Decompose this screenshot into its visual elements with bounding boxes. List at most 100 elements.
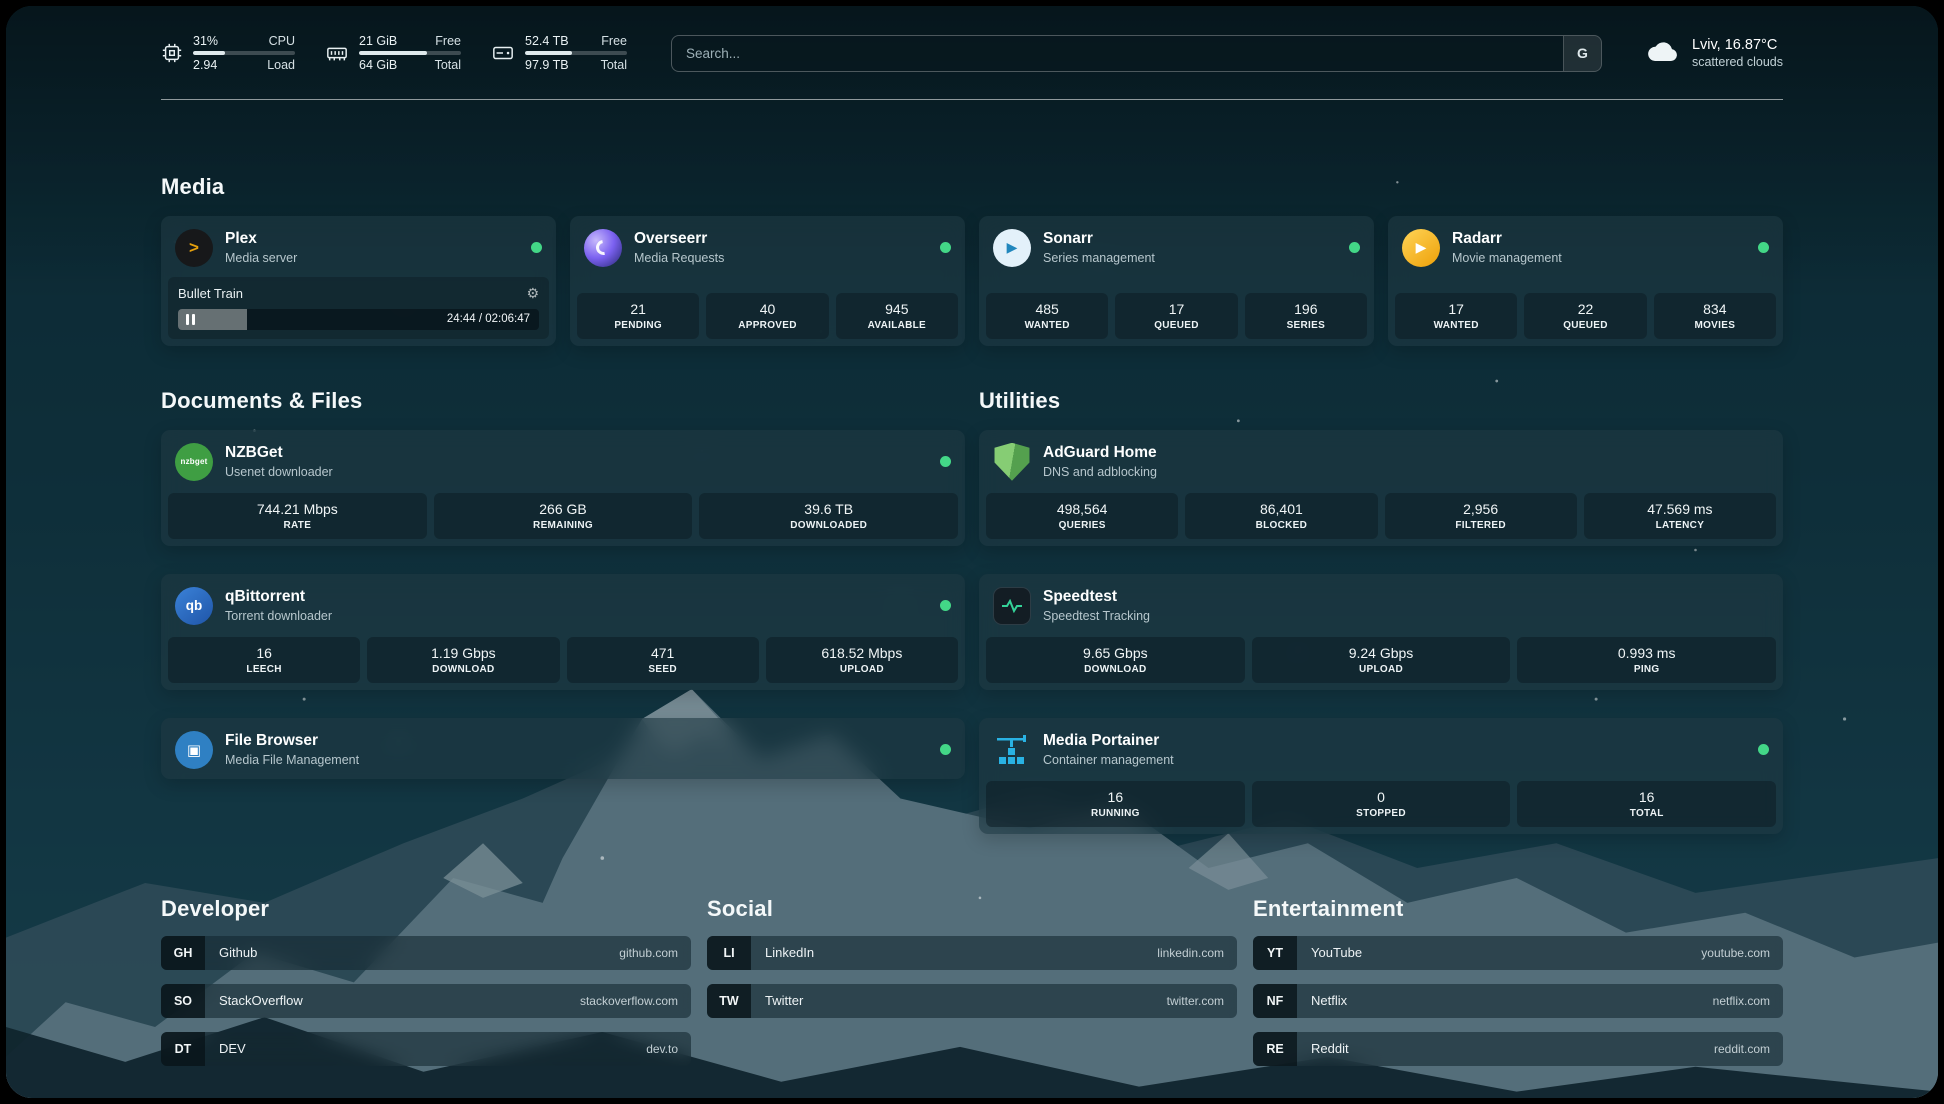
stat-upload: 618.52 MbpsUPLOAD xyxy=(766,637,958,683)
stat-pending: 21PENDING xyxy=(577,293,699,339)
playback-time: 24:44 / 02:06:47 xyxy=(447,313,530,325)
cpu-progress-bar xyxy=(193,51,295,55)
plex-now-playing: Bullet Train ⚙ 24:44 / 02:06:47 xyxy=(168,277,549,339)
filebrowser-icon: ▣ xyxy=(175,731,213,769)
service-card-nzbget[interactable]: nzbget NZBGet Usenet downloader 744.21 M… xyxy=(161,430,965,546)
service-name: NZBGet xyxy=(225,444,333,463)
bookmark-netflix[interactable]: NF Netflix netflix.com xyxy=(1253,984,1783,1018)
cpu-widget: 31%CPU 2.94Load xyxy=(161,34,295,73)
stat-upload: 9.24 GbpsUPLOAD xyxy=(1252,637,1511,683)
bookmark-twitter[interactable]: TW Twitter twitter.com xyxy=(707,984,1237,1018)
service-card-portainer[interactable]: Media Portainer Container management 16R… xyxy=(979,718,1783,834)
bookmark-name: DEV xyxy=(219,1041,246,1056)
service-card-adguard[interactable]: AdGuard Home DNS and adblocking 498,564Q… xyxy=(979,430,1783,546)
memory-widget: 21 GiBFree 64 GiBTotal xyxy=(325,34,461,73)
service-card-qbittorrent[interactable]: qb qBittorrent Torrent downloader 16LEEC… xyxy=(161,574,965,690)
adguard-shield-icon xyxy=(993,443,1031,481)
bookmark-stackoverflow[interactable]: SO StackOverflow stackoverflow.com xyxy=(161,984,691,1018)
section-title-entertainment: Entertainment xyxy=(1253,896,1783,922)
section-title-media: Media xyxy=(161,174,1783,200)
stat-latency: 47.569 msLATENCY xyxy=(1584,493,1776,539)
stat-download: 9.65 GbpsDOWNLOAD xyxy=(986,637,1245,683)
bookmark-group-social: Social LI LinkedIn linkedin.com TW Twitt… xyxy=(707,896,1237,1018)
bookmark-name: Twitter xyxy=(765,993,803,1008)
stat-available: 945AVAILABLE xyxy=(836,293,958,339)
playback-progress-bar: 24:44 / 02:06:47 xyxy=(178,309,539,330)
service-card-radarr[interactable]: ▶ Radarr Movie management 17WANTED 22QUE… xyxy=(1388,216,1783,346)
stat-rate: 744.21 MbpsRATE xyxy=(168,493,427,539)
cloud-icon xyxy=(1646,39,1680,68)
service-card-speedtest[interactable]: Speedtest Speedtest Tracking 9.65 GbpsDO… xyxy=(979,574,1783,690)
weather-location: Lviv, 16.87°C xyxy=(1692,37,1783,53)
stat-running: 16RUNNING xyxy=(986,781,1245,827)
service-description: DNS and adblocking xyxy=(1043,465,1157,480)
service-description: Torrent downloader xyxy=(225,609,332,624)
bookmark-reddit[interactable]: RE Reddit reddit.com xyxy=(1253,1032,1783,1066)
bookmark-dev[interactable]: DT DEV dev.to xyxy=(161,1032,691,1066)
search-provider-button[interactable]: G xyxy=(1563,36,1601,71)
service-card-filebrowser[interactable]: ▣ File Browser Media File Management xyxy=(161,718,965,779)
pause-button[interactable] xyxy=(186,314,195,325)
stat-queries: 498,564QUERIES xyxy=(986,493,1178,539)
disk-free-label: Free xyxy=(601,34,627,48)
stat-downloaded: 39.6 TBDOWNLOADED xyxy=(699,493,958,539)
status-dot xyxy=(940,600,951,611)
cpu-usage-label: CPU xyxy=(269,34,295,48)
memory-progress-bar xyxy=(359,51,461,55)
bookmark-domain: linkedin.com xyxy=(1157,946,1224,960)
service-card-sonarr[interactable]: ▶ Sonarr Series management 485WANTED 17Q… xyxy=(979,216,1374,346)
overseerr-icon xyxy=(584,229,622,267)
bookmark-name: YouTube xyxy=(1311,945,1362,960)
section-title-documents: Documents & Files xyxy=(161,388,965,414)
search-input[interactable] xyxy=(672,36,1563,71)
bookmark-github[interactable]: GH Github github.com xyxy=(161,936,691,970)
stat-series: 196SERIES xyxy=(1245,293,1367,339)
gear-icon[interactable]: ⚙ xyxy=(526,285,539,302)
service-name: qBittorrent xyxy=(225,588,332,607)
stat-total: 16TOTAL xyxy=(1517,781,1776,827)
service-name: AdGuard Home xyxy=(1043,444,1157,463)
section-title-utilities: Utilities xyxy=(979,388,1783,414)
stat-movies: 834MOVIES xyxy=(1654,293,1776,339)
stat-blocked: 86,401BLOCKED xyxy=(1185,493,1377,539)
bookmark-name: StackOverflow xyxy=(219,993,303,1008)
stat-seed: 471SEED xyxy=(567,637,759,683)
stat-filtered: 2,956FILTERED xyxy=(1385,493,1577,539)
memory-free-value: 21 GiB xyxy=(359,34,397,48)
bookmark-domain: stackoverflow.com xyxy=(580,994,678,1008)
stat-wanted: 485WANTED xyxy=(986,293,1108,339)
service-card-overseerr[interactable]: Overseerr Media Requests 21PENDING 40APP… xyxy=(570,216,965,346)
plex-icon: > xyxy=(175,229,213,267)
memory-total-value: 64 GiB xyxy=(359,58,397,72)
disk-widget: 52.4 TBFree 97.9 TBTotal xyxy=(491,34,627,73)
stat-wanted: 17WANTED xyxy=(1395,293,1517,339)
service-description: Container management xyxy=(1043,753,1174,768)
service-card-plex[interactable]: > Plex Media server Bullet Train ⚙ xyxy=(161,216,556,346)
memory-total-label: Total xyxy=(435,58,461,72)
bookmark-abbr: LI xyxy=(707,936,751,970)
service-description: Media File Management xyxy=(225,753,359,768)
stat-download: 1.19 GbpsDOWNLOAD xyxy=(367,637,559,683)
stat-leech: 16LEECH xyxy=(168,637,360,683)
bookmark-youtube[interactable]: YT YouTube youtube.com xyxy=(1253,936,1783,970)
service-description: Series management xyxy=(1043,251,1155,266)
bookmark-linkedin[interactable]: LI LinkedIn linkedin.com xyxy=(707,936,1237,970)
bookmark-domain: twitter.com xyxy=(1167,994,1224,1008)
qbittorrent-icon: qb xyxy=(175,587,213,625)
disk-total-value: 97.9 TB xyxy=(525,58,569,72)
dashboard: 31%CPU 2.94Load 21 GiB Free 64 GiB Total xyxy=(6,6,1938,1098)
bookmark-abbr: RE xyxy=(1253,1032,1297,1066)
resource-widgets: 31%CPU 2.94Load 21 GiB Free 64 GiB Total xyxy=(161,34,627,73)
bookmark-abbr: DT xyxy=(161,1032,205,1066)
status-dot xyxy=(1758,744,1769,755)
bookmark-name: Reddit xyxy=(1311,1041,1349,1056)
service-description: Media server xyxy=(225,251,297,266)
sonarr-icon: ▶ xyxy=(993,229,1031,267)
status-dot xyxy=(531,242,542,253)
top-bar: 31%CPU 2.94Load 21 GiB Free 64 GiB Total xyxy=(161,34,1783,73)
bookmark-domain: reddit.com xyxy=(1714,1042,1770,1056)
stat-queued: 17QUEUED xyxy=(1115,293,1237,339)
bookmark-domain: netflix.com xyxy=(1713,994,1770,1008)
stat-queued: 22QUEUED xyxy=(1524,293,1646,339)
cpu-load-value: 2.94 xyxy=(193,58,217,72)
